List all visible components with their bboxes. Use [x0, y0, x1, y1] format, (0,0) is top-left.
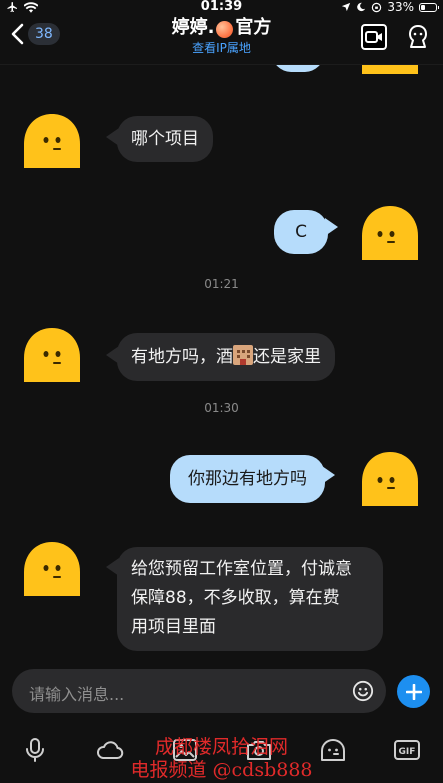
message-text-part: 还是家里 [253, 347, 321, 367]
input-bar: 请输入消息... [0, 664, 443, 720]
message-text-part: 有地方吗，酒 [131, 347, 233, 367]
gif-label: GIF [399, 747, 416, 757]
profile-button[interactable] [404, 23, 432, 51]
bubble-tail [322, 466, 335, 484]
message-timestamp: 01:21 [204, 277, 239, 291]
chat-title-prefix: 婷婷. [171, 17, 215, 38]
emoji-icon [321, 739, 345, 761]
image-button[interactable] [170, 737, 200, 763]
message-bubble-incoming[interactable]: 给您预留工作室位置，付诚意 保障88，不多收取，算在费 用项目里面 [117, 547, 383, 651]
sticker-button[interactable] [318, 737, 348, 763]
image-icon [173, 739, 197, 761]
input-toolbar: GIF [0, 730, 443, 770]
video-call-button[interactable] [360, 23, 388, 51]
peach-emoji-icon [216, 20, 234, 38]
add-attachment-button[interactable] [397, 675, 430, 708]
hotel-emoji-icon [233, 345, 253, 365]
self-avatar-partial[interactable] [360, 64, 420, 76]
message-timestamp: 01:30 [204, 401, 239, 415]
cloud-icon [97, 741, 124, 759]
rotation-lock-icon [372, 2, 382, 12]
camera-icon [247, 741, 271, 760]
message-bubble-incoming[interactable]: 有地方吗，酒 还是家里 [117, 333, 335, 381]
contact-avatar[interactable] [22, 326, 82, 384]
video-call-icon [361, 24, 387, 50]
gif-button[interactable]: GIF [392, 737, 422, 763]
self-avatar[interactable] [360, 450, 420, 508]
status-bar: 01:39 33% [0, 0, 443, 14]
location-icon [342, 2, 351, 12]
chat-title-suffix: 官方 [235, 17, 272, 38]
message-list[interactable]: 哪个项目 C 01:21 有地方吗，酒 还是家里 01:30 你那边有地方吗 给您… [0, 64, 443, 664]
back-button[interactable]: 38 [10, 23, 60, 45]
gif-icon: GIF [394, 740, 420, 760]
chat-header: 38 婷婷. 官方 查看IP属地 [0, 14, 443, 65]
battery-icon [419, 2, 439, 12]
plus-icon [405, 683, 422, 700]
cloud-button[interactable] [95, 737, 125, 763]
title-block: 婷婷. 官方 查看IP属地 [110, 16, 333, 56]
message-input-placeholder: 请输入消息... [29, 685, 125, 704]
message-line: 用项目里面 [131, 617, 216, 637]
message-bubble-incoming[interactable]: 哪个项目 [117, 116, 213, 162]
message-line: 保障88，不多收取，算在费 [131, 588, 340, 608]
unread-count-badge: 38 [28, 23, 60, 45]
message-input[interactable]: 请输入消息... [12, 669, 386, 713]
message-line: 给您预留工作室位置，付诚意 [131, 559, 352, 579]
view-ip-location-link[interactable]: 查看IP属地 [110, 40, 333, 56]
contact-avatar[interactable] [22, 112, 82, 170]
battery-percent: 33% [387, 0, 414, 14]
voice-button[interactable] [20, 737, 50, 763]
battery-level [421, 4, 426, 10]
status-right: 33% [341, 0, 439, 14]
mic-icon [26, 738, 44, 762]
message-bubble-outgoing[interactable]: C [274, 210, 328, 254]
profile-icon [409, 25, 427, 48]
emoji-picker-icon[interactable] [352, 680, 374, 702]
self-avatar[interactable] [360, 204, 420, 262]
camera-button[interactable] [244, 737, 274, 763]
message-bubble-outgoing[interactable]: 你那边有地方吗 [170, 455, 325, 503]
message-bubble-partial[interactable] [272, 64, 324, 72]
contact-avatar[interactable] [22, 540, 82, 598]
chevron-left-icon [11, 23, 24, 45]
moon-icon [357, 2, 366, 12]
bubble-tail [325, 218, 338, 236]
chat-title[interactable]: 婷婷. 官方 [110, 16, 333, 40]
